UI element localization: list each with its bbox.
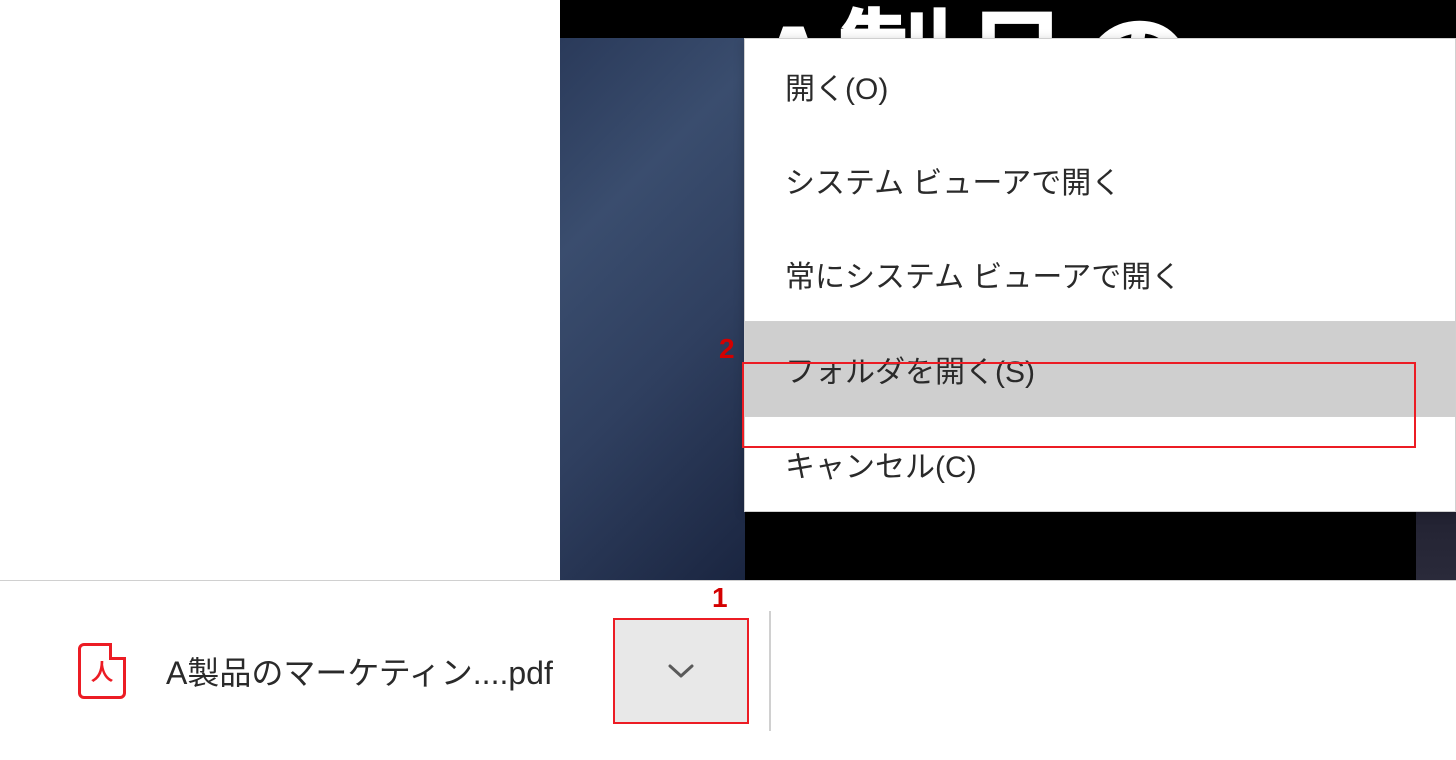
annotation-marker-2: 2 xyxy=(719,333,735,365)
download-bar-divider xyxy=(769,611,771,731)
menu-item-open-folder[interactable]: フォルダを開く(S) xyxy=(745,322,1455,416)
download-bar: 人 A製品のマーケティン....pdf xyxy=(0,580,1456,760)
chevron-down-icon xyxy=(667,657,695,685)
pdf-icon: 人 xyxy=(78,643,126,699)
menu-item-open[interactable]: 開く(O) xyxy=(745,39,1455,133)
download-filename: A製品のマーケティン....pdf xyxy=(166,648,553,694)
page-background-image xyxy=(560,38,745,580)
download-dropdown-button[interactable] xyxy=(613,618,749,724)
menu-item-always-open-system-viewer[interactable]: 常にシステム ビューアで開く xyxy=(745,227,1455,321)
download-context-menu: 開く(O) システム ビューアで開く 常にシステム ビューアで開く フォルダを開… xyxy=(744,38,1456,512)
download-item[interactable]: 人 A製品のマーケティン....pdf xyxy=(0,581,583,760)
menu-item-cancel[interactable]: キャンセル(C) xyxy=(745,417,1455,511)
menu-item-open-system-viewer[interactable]: システム ビューアで開く xyxy=(745,133,1455,227)
pdf-icon-glyph: 人 xyxy=(91,655,113,687)
annotation-marker-1: 1 xyxy=(712,582,728,614)
